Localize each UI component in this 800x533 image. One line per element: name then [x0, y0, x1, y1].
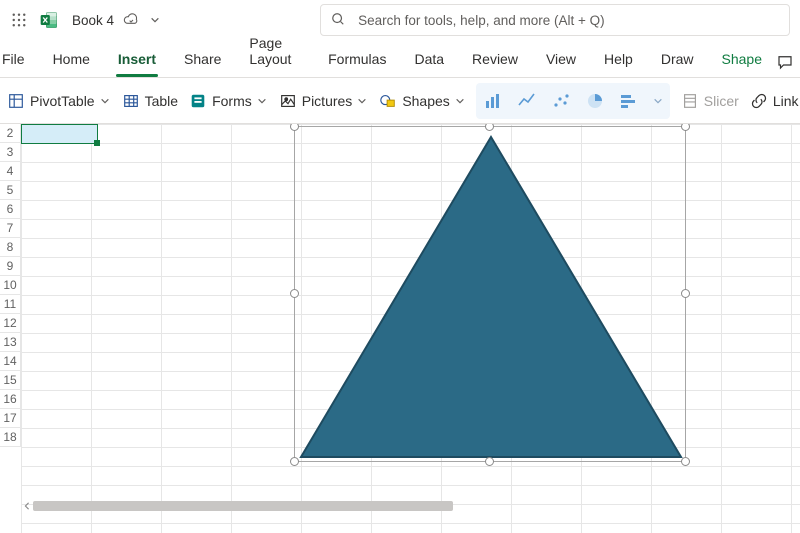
resize-handle-bm[interactable]: [485, 457, 494, 466]
ribbon-tabs: File Home Insert Share Page Layout Formu…: [0, 40, 800, 78]
worksheet-grid[interactable]: 2 3 4 5 6 7 8 9 10 11 12 13 14 15 16 17 …: [0, 124, 800, 533]
chevron-down-icon[interactable]: [652, 95, 664, 107]
tab-view[interactable]: View: [532, 51, 590, 77]
horizontal-scrollbar[interactable]: [21, 500, 800, 512]
row-header[interactable]: 16: [0, 390, 21, 409]
slicer-label: Slicer: [704, 93, 739, 109]
title-bar: Book 4: [0, 0, 800, 40]
row-header[interactable]: 3: [0, 143, 21, 162]
app-launcher-icon[interactable]: [8, 9, 30, 31]
row-header[interactable]: 5: [0, 181, 21, 200]
tab-data[interactable]: Data: [400, 51, 458, 77]
table-button[interactable]: Table: [121, 85, 178, 117]
pivottable-label: PivotTable: [30, 93, 95, 109]
tab-draw[interactable]: Draw: [647, 51, 708, 77]
workbook-title[interactable]: Book 4: [72, 13, 114, 28]
link-icon: [749, 91, 769, 111]
tab-home[interactable]: Home: [39, 51, 104, 77]
slicer-button[interactable]: Slicer: [680, 85, 739, 117]
table-label: Table: [145, 93, 178, 109]
comments-icon[interactable]: [776, 55, 794, 77]
table-icon: [121, 91, 141, 111]
row-header[interactable]: 11: [0, 295, 21, 314]
scroll-left-icon[interactable]: [21, 500, 33, 512]
row-header[interactable]: 12: [0, 314, 21, 333]
excel-app-icon: [38, 9, 60, 31]
tab-insert[interactable]: Insert: [104, 51, 170, 77]
row-header[interactable]: 2: [0, 124, 21, 143]
slicer-icon: [680, 91, 700, 111]
resize-handle-tl[interactable]: [290, 124, 299, 131]
shapes-button[interactable]: Shapes: [378, 85, 465, 117]
selected-cell[interactable]: [21, 124, 98, 144]
line-chart-icon[interactable]: [516, 90, 538, 112]
cloud-sync-icon[interactable]: [122, 11, 140, 29]
pivottable-icon: [6, 91, 26, 111]
row-headers: 2 3 4 5 6 7 8 9 10 11 12 13 14 15 16 17 …: [0, 124, 21, 447]
tab-shape[interactable]: Shape: [708, 51, 776, 77]
forms-label: Forms: [212, 93, 252, 109]
title-dropdown-icon[interactable]: [148, 13, 162, 27]
scrollbar-track[interactable]: [33, 500, 800, 512]
ribbon-toolbar: PivotTable Table Forms: [0, 78, 800, 124]
search-input[interactable]: [356, 12, 779, 29]
shapes-icon: [378, 91, 398, 111]
scatter-chart-icon[interactable]: [550, 90, 572, 112]
chevron-down-icon: [454, 95, 466, 107]
row-header[interactable]: 4: [0, 162, 21, 181]
forms-button[interactable]: Forms: [188, 85, 268, 117]
resize-handle-tm[interactable]: [485, 124, 494, 131]
chart-group: [476, 83, 670, 119]
search-icon: [331, 12, 346, 28]
pictures-icon: [278, 91, 298, 111]
pictures-label: Pictures: [302, 93, 353, 109]
triangle-shape[interactable]: [297, 135, 685, 461]
pictures-button[interactable]: Pictures: [278, 85, 369, 117]
shapes-label: Shapes: [402, 93, 449, 109]
row-header[interactable]: 13: [0, 333, 21, 352]
tab-page-layout[interactable]: Page Layout: [235, 35, 314, 77]
scrollbar-thumb[interactable]: [33, 501, 453, 511]
column-chart-icon[interactable]: [482, 90, 504, 112]
tab-formulas[interactable]: Formulas: [314, 51, 400, 77]
shape-selection-box[interactable]: [294, 126, 686, 462]
pie-chart-icon[interactable]: [584, 90, 606, 112]
resize-handle-ml[interactable]: [290, 289, 299, 298]
row-header[interactable]: 7: [0, 219, 21, 238]
row-header[interactable]: 18: [0, 428, 21, 447]
resize-handle-br[interactable]: [681, 457, 690, 466]
row-header[interactable]: 17: [0, 409, 21, 428]
row-header[interactable]: 15: [0, 371, 21, 390]
row-header[interactable]: 9: [0, 257, 21, 276]
resize-handle-mr[interactable]: [681, 289, 690, 298]
tab-review[interactable]: Review: [458, 51, 532, 77]
row-header[interactable]: 14: [0, 352, 21, 371]
tab-share[interactable]: Share: [170, 51, 235, 77]
tab-file[interactable]: File: [0, 51, 39, 77]
row-header[interactable]: 10: [0, 276, 21, 295]
row-header[interactable]: 8: [0, 238, 21, 257]
tab-help[interactable]: Help: [590, 51, 647, 77]
forms-icon: [188, 91, 208, 111]
pivottable-button[interactable]: PivotTable: [6, 85, 111, 117]
link-label: Link: [773, 93, 799, 109]
search-box[interactable]: [320, 4, 790, 36]
link-button[interactable]: Link: [749, 85, 799, 117]
bar-chart-icon[interactable]: [618, 90, 640, 112]
chevron-down-icon: [99, 95, 111, 107]
chevron-down-icon: [356, 95, 368, 107]
row-header[interactable]: 6: [0, 200, 21, 219]
resize-handle-bl[interactable]: [290, 457, 299, 466]
chevron-down-icon: [256, 95, 268, 107]
